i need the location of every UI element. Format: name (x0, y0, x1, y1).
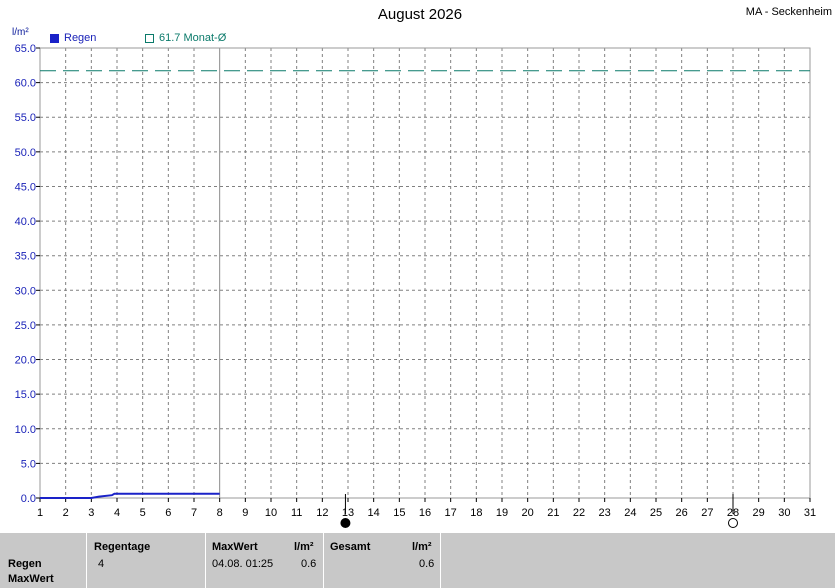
maxwert-header: MaxWert (212, 541, 258, 553)
y-tick-label: 5.0 (21, 458, 36, 470)
maxwert-date: 04.08. 01:25 (212, 558, 274, 570)
y-tick-label: 55.0 (15, 112, 36, 124)
gesamt-value: 0.6 (419, 558, 435, 570)
y-tick-label: 60.0 (15, 78, 36, 90)
chart-axes (36, 47, 811, 502)
y-axis-unit: l/m² (12, 27, 29, 38)
gesamt-header: Gesamt (330, 541, 371, 553)
x-tick-label: 24 (624, 507, 636, 519)
y-tick-labels: 0.0 5.0 10.0 15.0 20.0 25.0 30.0 35.0 40.0 45.0 50… (15, 43, 36, 505)
row-label-regen: Regen (8, 558, 42, 570)
summary-row-labels: Regen MaxWert (0, 533, 87, 588)
x-tick-label: 13 (342, 507, 354, 519)
y-tick-label: 10.0 (15, 424, 36, 436)
chart-title: August 2026 (377, 6, 463, 23)
x-tick-label: 1 (37, 507, 43, 519)
x-tick-label: 17 (445, 507, 457, 519)
regentage-header: Regentage (94, 541, 151, 553)
legend-rain-swatch (50, 33, 59, 43)
x-tick-label: 25 (650, 507, 662, 519)
maxwert-unit: l/m² (294, 541, 314, 553)
legend-average-label: 61.7 Monat-Ø (159, 32, 227, 44)
x-tick-label: 29 (753, 507, 765, 519)
x-tick-label: 8 (217, 507, 223, 519)
summary-regentage: Regentage 4 (87, 533, 206, 588)
station-name: MA - Seckenheim (745, 6, 832, 18)
new-moon-icon (340, 518, 351, 528)
x-tick-label: 6 (165, 507, 171, 519)
x-tick-label: 31 (804, 507, 816, 519)
x-tick-label: 2 (63, 507, 69, 519)
x-tick-label: 15 (393, 507, 405, 519)
gesamt-unit: l/m² (412, 541, 432, 553)
x-tick-labels: 1 2 3 4 5 6 7 8 9 10 11 12 13 14 15 16 17 18 19 20 21 22 23 24 2… (37, 507, 816, 519)
x-tick-label: 16 (419, 507, 431, 519)
x-tick-label: 18 (470, 507, 482, 519)
legend-monthly-average: 61.7 Monat-Ø (145, 32, 226, 44)
x-tick-label: 14 (368, 507, 380, 519)
x-tick-label: 4 (114, 507, 120, 519)
x-tick-label: 27 (701, 507, 713, 519)
x-tick-label: 10 (265, 507, 277, 519)
x-tick-label: 20 (522, 507, 534, 519)
x-tick-label: 21 (547, 507, 559, 519)
y-tick-label: 20.0 (15, 355, 36, 367)
y-tick-label: 30.0 (15, 285, 36, 297)
summary-maxwert: MaxWert l/m² 04.08. 01:25 0.6 (206, 533, 324, 588)
x-tick-label: 26 (676, 507, 688, 519)
series-line-regen (40, 492, 220, 499)
x-tick-label: 12 (316, 507, 328, 519)
x-tick-label: 19 (496, 507, 508, 519)
x-tick-label: 9 (242, 507, 248, 519)
x-tick-label: 30 (778, 507, 790, 519)
summary-panel: Regen MaxWert Regentage 4 MaxWert l/m² 0… (0, 533, 835, 588)
y-tick-label: 40.0 (15, 216, 36, 228)
x-tick-label: 3 (88, 507, 94, 519)
maxwert-value: 0.6 (301, 558, 317, 570)
legend-rain: Regen (50, 32, 96, 44)
y-tick-label: 45.0 (15, 181, 36, 193)
y-tick-label: 50.0 (15, 147, 36, 159)
legend-rain-label: Regen (64, 32, 97, 44)
x-tick-label: 11 (291, 507, 302, 519)
y-tick-label: 35.0 (15, 251, 36, 263)
x-tick-label: 5 (140, 507, 146, 519)
rain-chart: 0.0 5.0 10.0 15.0 20.0 25.0 30.0 35.0 40.0 45.0 50… (15, 43, 816, 528)
legend-average-swatch (145, 33, 154, 43)
chart-grid (40, 48, 810, 498)
y-tick-label: 0.0 (21, 493, 36, 505)
x-tick-label: 22 (573, 507, 585, 519)
y-tick-label: 65.0 (15, 43, 36, 55)
y-tick-label: 25.0 (15, 320, 36, 332)
full-moon-icon (728, 518, 738, 528)
row-label-maxwert: MaxWert (8, 573, 54, 585)
x-tick-label: 23 (599, 507, 611, 519)
x-tick-label: 7 (191, 507, 197, 519)
summary-gesamt: Gesamt l/m² 0.6 (324, 533, 441, 588)
regentage-value: 4 (98, 558, 105, 570)
y-tick-label: 15.0 (15, 389, 36, 401)
